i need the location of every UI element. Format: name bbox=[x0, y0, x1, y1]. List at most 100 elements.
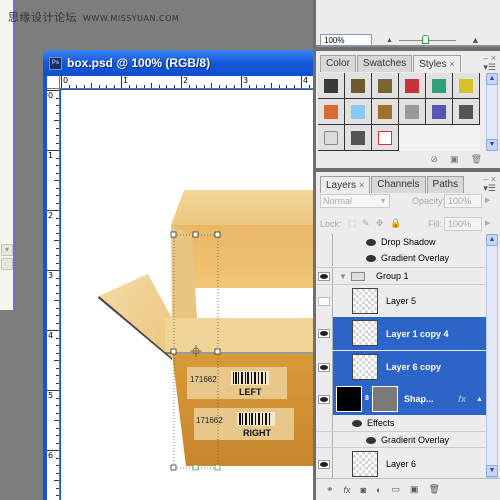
fill-slider-arrow[interactable]: ▶ bbox=[485, 219, 490, 227]
style-swatch-noise[interactable] bbox=[399, 99, 426, 125]
ruler-tick bbox=[293, 85, 295, 88]
new-style-icon[interactable]: ▣ bbox=[450, 154, 459, 165]
tab-swatches[interactable]: Swatches bbox=[356, 55, 413, 72]
layer-row[interactable]: Layer 6 bbox=[316, 447, 486, 478]
adjustment-layer-icon[interactable]: ◐ bbox=[376, 485, 381, 495]
ruler-tick bbox=[56, 165, 59, 166]
eye-icon[interactable] bbox=[318, 362, 330, 372]
ruler-tick bbox=[286, 85, 287, 88]
ruler-tick bbox=[56, 232, 59, 234]
style-swatch-rainbow[interactable] bbox=[426, 73, 453, 99]
clear-style-icon[interactable]: ⊘ bbox=[431, 154, 439, 165]
style-swatch-bronze[interactable] bbox=[345, 73, 372, 99]
collapse-effects-icon[interactable]: ▲ bbox=[476, 396, 483, 403]
lock-position-icon[interactable]: ✥ bbox=[376, 218, 384, 229]
collapse-triangle-icon[interactable]: ▼ bbox=[339, 272, 347, 281]
vertical-ruler[interactable]: 0 1 2 3 4 5 6 bbox=[47, 89, 60, 500]
style-swatch-landscape[interactable] bbox=[372, 99, 399, 125]
eye-icon[interactable] bbox=[318, 329, 330, 338]
lock-paint-icon[interactable]: ✎ bbox=[362, 218, 370, 229]
style-swatch-sunset[interactable] bbox=[318, 99, 345, 125]
zoom-out-icon[interactable]: ▲ bbox=[386, 37, 393, 44]
panel-menu-icon[interactable]: ▾☰ bbox=[483, 183, 496, 194]
style-swatch-dark-gray[interactable] bbox=[453, 99, 480, 125]
ruler-tick bbox=[56, 195, 59, 196]
style-swatch-light-gray-rounded[interactable] bbox=[318, 125, 345, 151]
link-icon[interactable]: 8 bbox=[365, 395, 369, 402]
zoom-slider-thumb[interactable] bbox=[421, 35, 429, 44]
zoom-in-icon[interactable]: ▲ bbox=[471, 35, 480, 45]
style-swatch-bronze-2[interactable] bbox=[372, 73, 399, 99]
style-swatch-sky-blue[interactable] bbox=[345, 99, 372, 125]
fx-icon[interactable]: fx bbox=[458, 394, 466, 404]
tab-channels[interactable]: Channels bbox=[371, 176, 426, 193]
tab-paths[interactable]: Paths bbox=[426, 176, 465, 193]
eye-icon[interactable] bbox=[318, 459, 330, 469]
style-swatch-red-gradient[interactable] bbox=[399, 73, 426, 99]
close-tab-icon[interactable]: × bbox=[359, 180, 364, 190]
style-swatch-gold[interactable] bbox=[453, 73, 480, 99]
delete-style-icon[interactable]: 🗑 bbox=[471, 154, 482, 165]
new-layer-icon[interactable]: ▣ bbox=[410, 484, 419, 495]
eye-column bbox=[316, 250, 333, 266]
blend-mode-select[interactable]: Normal ▼ bbox=[320, 194, 390, 208]
layer-name: Layer 6 bbox=[386, 459, 417, 469]
scroll-up-arrow[interactable]: ▲ bbox=[486, 234, 498, 246]
layer-effect-row[interactable]: Gradient Overlay bbox=[316, 431, 486, 447]
ruler-tick bbox=[56, 487, 59, 489]
horizontal-ruler[interactable]: 0 1 2 3 4 bbox=[47, 76, 318, 89]
layer-effects-header[interactable]: Effects bbox=[316, 415, 486, 431]
layer-effect-row[interactable]: Gradient Overlay bbox=[316, 250, 486, 266]
eye-icon[interactable] bbox=[352, 420, 362, 428]
style-swatch-purple-blue[interactable] bbox=[426, 99, 453, 125]
layer-group-row[interactable]: ▼ Group 1 bbox=[316, 267, 486, 284]
lock-all-icon[interactable]: 🔒 bbox=[390, 218, 401, 229]
tab-layers[interactable]: Layers × bbox=[320, 176, 371, 193]
fill-label: Fill: bbox=[428, 219, 442, 229]
resize-grip[interactable] bbox=[1, 258, 13, 270]
background-window-strip: ▾ bbox=[0, 0, 16, 310]
eye-icon[interactable] bbox=[318, 394, 330, 404]
tab-color[interactable]: Color bbox=[320, 55, 356, 72]
ruler-tick bbox=[226, 85, 227, 88]
scroll-down-arrow[interactable]: ▼ bbox=[486, 139, 498, 151]
ruler-tick bbox=[56, 255, 59, 256]
eye-icon[interactable] bbox=[366, 436, 376, 444]
layer-row-selected[interactable]: Layer 6 copy bbox=[316, 351, 486, 383]
layers-scrollbar[interactable] bbox=[486, 234, 498, 478]
eye-icon[interactable] bbox=[366, 239, 376, 247]
add-mask-icon[interactable]: ◙ bbox=[361, 485, 366, 495]
layer-row-selected[interactable]: 8 Shap... fx ▲ bbox=[316, 383, 486, 415]
scroll-up-arrow[interactable]: ▲ bbox=[486, 73, 498, 85]
fx-icon[interactable]: fx bbox=[344, 485, 351, 495]
fill-input[interactable]: 100% bbox=[444, 217, 482, 231]
zoom-input[interactable] bbox=[320, 34, 372, 46]
eye-icon[interactable] bbox=[318, 271, 330, 281]
scroll-down-button[interactable]: ▾ bbox=[1, 244, 13, 256]
ruler-tick bbox=[128, 85, 130, 88]
ruler-tick bbox=[56, 337, 59, 339]
new-group-icon[interactable]: ▭ bbox=[391, 484, 400, 495]
eye-icon[interactable] bbox=[366, 255, 376, 263]
close-tab-icon[interactable]: × bbox=[450, 59, 455, 69]
canvas[interactable]: 171662 171662 LEFT RIGHT bbox=[61, 90, 318, 500]
opacity-input[interactable]: 100% bbox=[444, 194, 482, 208]
scroll-down-arrow[interactable]: ▼ bbox=[486, 465, 498, 477]
link-layers-icon[interactable]: ⚭ bbox=[326, 484, 334, 495]
panel-menu-icon[interactable]: ▾☰ bbox=[483, 62, 496, 73]
layer-row-selected[interactable]: Layer 1 copy 4 bbox=[316, 317, 486, 350]
document-window: Ps box.psd @ 100% (RGB/8) 0 1 2 3 4 0 1 2 3 4 5 6 bbox=[43, 50, 318, 500]
delete-layer-icon[interactable]: 🗑 bbox=[428, 484, 439, 495]
tab-styles[interactable]: Styles × bbox=[413, 55, 461, 72]
ruler-origin[interactable] bbox=[47, 76, 60, 89]
document-title-bar[interactable]: Ps box.psd @ 100% (RGB/8) bbox=[43, 50, 318, 76]
layer-row[interactable]: Layer 5 bbox=[316, 284, 486, 317]
layer-effect-row[interactable]: Drop Shadow bbox=[316, 234, 486, 250]
eye-hidden-icon[interactable] bbox=[318, 296, 330, 306]
style-swatch-none-red-outline[interactable] bbox=[372, 125, 399, 151]
lock-transparency-icon[interactable]: ⬚ bbox=[348, 218, 357, 229]
style-swatch-dark-gray-2[interactable] bbox=[345, 125, 372, 151]
opacity-slider-arrow[interactable]: ▶ bbox=[485, 196, 490, 204]
style-swatch-dark-metal[interactable] bbox=[318, 73, 345, 99]
effect-label: Gradient Overlay bbox=[366, 253, 449, 263]
